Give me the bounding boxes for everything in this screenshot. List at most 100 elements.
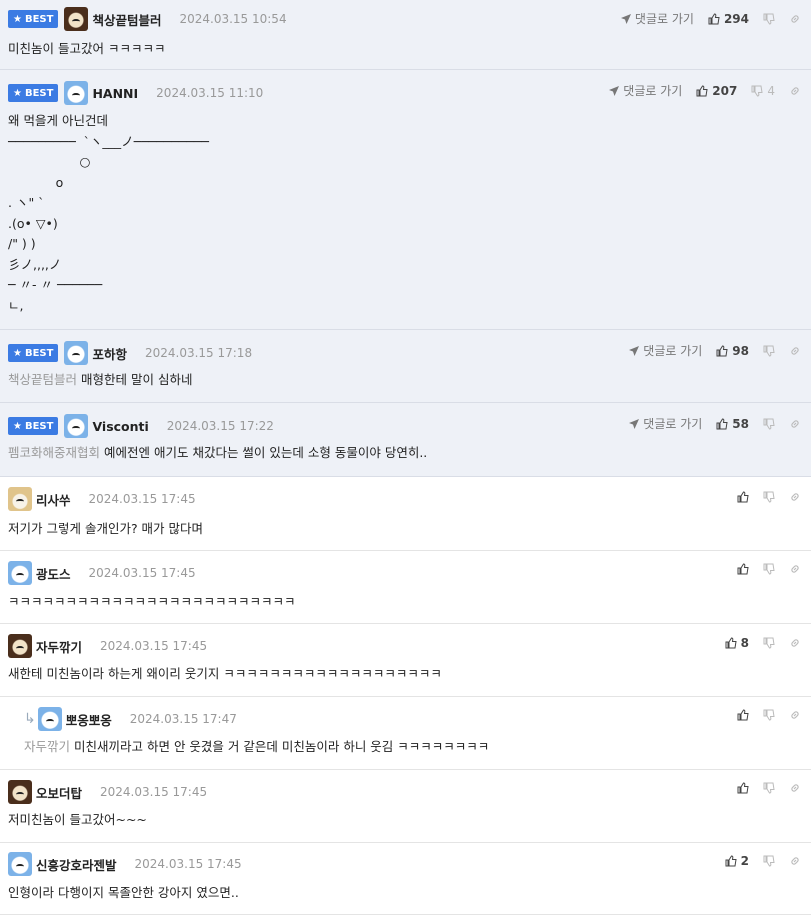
mention-link[interactable]: 자두깎기 — [24, 739, 70, 754]
dislike-button[interactable] — [763, 345, 775, 357]
dislike-button[interactable]: 4 — [751, 84, 775, 98]
avatar[interactable] — [8, 634, 32, 658]
avatar[interactable] — [8, 561, 32, 585]
nickname[interactable]: 리사쑤 — [36, 490, 71, 509]
thumbs-down-icon — [763, 491, 775, 503]
nickname[interactable]: 오보더탑 — [36, 783, 82, 802]
avatar[interactable] — [8, 852, 32, 876]
like-button[interactable] — [737, 709, 749, 721]
comment-text: 책상끝텀블러 매형한테 말이 심하네 — [8, 372, 193, 387]
link-icon — [789, 782, 801, 794]
thumbs-up-icon — [696, 85, 708, 97]
comment-item: 광도스 2024.03.15 17:45 ㅋㅋㅋㅋㅋㅋㅋㅋㅋㅋㅋㅋㅋㅋㅋㅋㅋㅋㅋ… — [0, 551, 811, 624]
go-to-reply-link[interactable]: 댓글로 가기 — [628, 342, 702, 359]
best-badge: ★ BEST — [8, 84, 59, 102]
comment-actions — [737, 491, 801, 503]
comment-actions: 댓글로 가기 58 — [628, 415, 801, 432]
like-button[interactable]: 207 — [696, 84, 737, 98]
like-button[interactable]: 2 — [725, 854, 749, 868]
nickname[interactable]: 광도스 — [36, 564, 71, 583]
like-button[interactable] — [737, 782, 749, 794]
like-button[interactable] — [737, 563, 749, 575]
comment-actions: 8 — [725, 636, 801, 650]
copy-link-button[interactable] — [789, 563, 801, 575]
avatar[interactable] — [64, 81, 89, 105]
nickname[interactable]: 신흥강호라젠발 — [36, 855, 117, 874]
copy-link-button[interactable] — [789, 85, 801, 97]
copy-link-button[interactable] — [789, 13, 801, 25]
comment-text: 펨코화해중재협회 예에전엔 애기도 채갔다는 썰이 있는데 소형 동물이야 당연… — [8, 445, 428, 460]
link-icon — [789, 13, 801, 25]
thumbs-down-icon — [763, 345, 775, 357]
like-button[interactable]: 294 — [708, 12, 749, 26]
avatar[interactable] — [8, 780, 32, 804]
comment-header: ★ BEST HANNI 2024.03.15 11:10 — [8, 81, 263, 105]
comment-text: 새한테 미친놈이라 하는게 왜이리 웃기지 ㅋㅋㅋㅋㅋㅋㅋㅋㅋㅋㅋㅋㅋㅋㅋㅋㅋㅋ… — [8, 666, 442, 681]
like-button[interactable]: 98 — [716, 344, 749, 358]
like-button[interactable]: 8 — [725, 636, 749, 650]
copy-link-button[interactable] — [789, 418, 801, 430]
comment-item: 리사쑤 2024.03.15 17:45 저기가 그렇게 솔개인가? 매가 많다… — [0, 477, 811, 551]
comment-date: 2024.03.15 17:45 — [100, 639, 208, 653]
go-to-reply-link[interactable]: 댓글로 가기 — [628, 415, 702, 432]
thumbs-up-icon — [708, 13, 720, 25]
comment-item: 오보더탑 2024.03.15 17:45 저미친놈이 들고갔어~~~ — [0, 770, 811, 843]
comment-header: 광도스 2024.03.15 17:45 — [8, 561, 196, 585]
copy-link-button[interactable] — [789, 709, 801, 721]
dislike-button[interactable] — [763, 491, 775, 503]
copy-link-button[interactable] — [789, 855, 801, 867]
link-icon — [789, 418, 801, 430]
comment-text: 자두깎기 미친새끼라고 하면 안 웃겼을 거 같은데 미친놈이라 하니 웃김 ㅋ… — [24, 739, 490, 754]
thumbs-down-icon — [763, 709, 775, 721]
dislike-button[interactable] — [763, 13, 775, 25]
thumbs-up-icon — [737, 491, 749, 503]
nickname[interactable]: 포하항 — [92, 344, 127, 363]
nickname[interactable]: 뽀옹뽀옹 — [66, 710, 112, 729]
comment-date: 2024.03.15 17:45 — [88, 492, 196, 506]
link-icon — [789, 709, 801, 721]
comment-date: 2024.03.15 17:18 — [144, 346, 253, 360]
comment-item: 신흥강호라젠발 2024.03.15 17:45 2 인형이라 다행이지 목졸안… — [0, 843, 811, 915]
copy-link-button[interactable] — [789, 345, 801, 357]
avatar[interactable] — [64, 414, 89, 438]
copy-link-button[interactable] — [789, 491, 801, 503]
comment-actions: 2 — [725, 854, 801, 868]
best-badge: ★ BEST — [8, 10, 59, 28]
mention-link[interactable]: 펨코화해중재협회 — [8, 445, 100, 460]
comment-item: ★ BEST Visconti 2024.03.15 17:22 댓글로 가기 5… — [0, 403, 811, 477]
link-icon — [789, 563, 801, 575]
avatar[interactable] — [37, 707, 62, 731]
like-button[interactable] — [737, 491, 749, 503]
like-button[interactable]: 58 — [716, 417, 749, 431]
reply-item: ↳ 뽀옹뽀옹 2024.03.15 17:47 자두깎기 미친새끼라고 하면 안… — [0, 697, 811, 770]
reply-arrow-icon: ↳ — [24, 711, 36, 727]
avatar[interactable] — [64, 341, 89, 365]
comment-header: ★ BEST 책상끝텀블러 2024.03.15 10:54 — [8, 7, 287, 31]
avatar[interactable] — [8, 487, 32, 511]
comment-item: ★ BEST HANNI 2024.03.15 11:10 댓글로 가기 207 … — [0, 70, 811, 330]
send-arrow-icon — [628, 345, 640, 357]
send-arrow-icon — [608, 85, 620, 97]
nickname[interactable]: Visconti — [92, 419, 148, 434]
nickname[interactable]: HANNI — [92, 86, 138, 101]
copy-link-button[interactable] — [789, 782, 801, 794]
dislike-button[interactable] — [763, 418, 775, 430]
dislike-button[interactable] — [763, 637, 775, 649]
dislike-button[interactable] — [763, 563, 775, 575]
dislike-button[interactable] — [763, 855, 775, 867]
comment-item: ★ BEST 책상끝텀블러 2024.03.15 10:54 댓글로 가기 294… — [0, 0, 811, 70]
comment-date: 2024.03.15 17:45 — [134, 857, 242, 871]
dislike-button[interactable] — [763, 782, 775, 794]
go-to-reply-link[interactable]: 댓글로 가기 — [608, 82, 682, 99]
go-to-reply-link[interactable]: 댓글로 가기 — [620, 10, 694, 27]
copy-link-button[interactable] — [789, 637, 801, 649]
dislike-count: 4 — [767, 83, 775, 98]
dislike-button[interactable] — [763, 709, 775, 721]
best-badge: ★ BEST — [8, 417, 59, 435]
mention-link[interactable]: 책상끝텀블러 — [8, 372, 77, 387]
comment-item: 자두깎기 2024.03.15 17:45 8 새한테 미친놈이라 하는게 왜이… — [0, 624, 811, 697]
thumbs-down-icon — [763, 563, 775, 575]
nickname[interactable]: 자두깎기 — [36, 637, 82, 656]
nickname[interactable]: 책상끝텀블러 — [92, 10, 161, 29]
avatar[interactable] — [64, 7, 89, 31]
